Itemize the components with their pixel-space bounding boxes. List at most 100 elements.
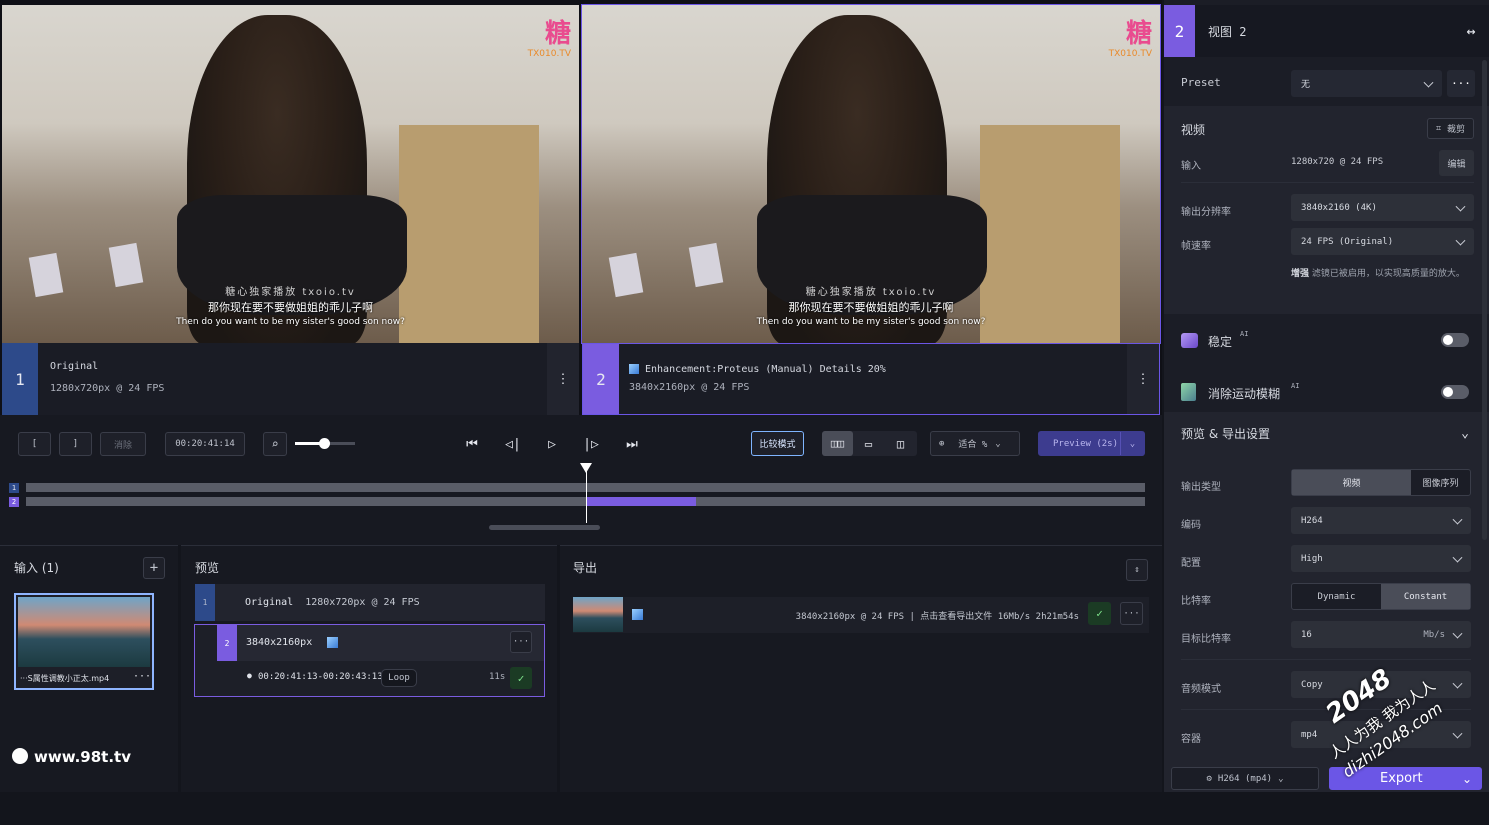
zoom-slider-handle[interactable] [319, 438, 330, 449]
preset-select[interactable]: 无 [1291, 70, 1442, 97]
preset-more-button[interactable]: ··· [1447, 70, 1475, 97]
row-title: 3840x2160px [246, 637, 313, 648]
zoom-slider[interactable] [295, 438, 355, 449]
stabilize-icon [1181, 333, 1198, 348]
export-done-check-icon[interactable]: ✓ [1088, 602, 1111, 625]
input-panel-title: 输入 (1) [14, 561, 59, 575]
range-bullet: ● [247, 671, 252, 680]
input-file-card[interactable]: ···S属性调教小正太.mp4 ··· [14, 593, 154, 690]
collapse-chevron-icon[interactable]: ⌄ [1454, 422, 1476, 444]
crop-button[interactable]: ⌗ 裁剪 [1427, 118, 1474, 139]
profile-label: 配置 [1181, 558, 1201, 569]
profile-select[interactable]: High [1291, 545, 1471, 572]
preview-done-check-icon[interactable]: ✓ [510, 667, 532, 689]
export-panel: 导出 ⇕ 3840x2160px @ 24 FPS | 点击查看导出文件 16M… [560, 545, 1162, 792]
view-title: 视图 2 [1208, 25, 1247, 39]
play-icon[interactable]: ▷ [542, 432, 562, 456]
frame-rate-select[interactable]: 24 FPS (Original) [1291, 228, 1474, 255]
swap-arrows-icon[interactable]: ↔ [1459, 19, 1483, 43]
chevron-down-icon [1423, 77, 1434, 88]
output-resolution-select[interactable]: 3840x2160 (4K) [1291, 194, 1474, 221]
next-frame-icon[interactable]: |▷ [581, 432, 601, 456]
subtitle-en: Then do you want to be my sister's good … [756, 317, 986, 327]
export-dropdown-icon[interactable]: ⌄ [1453, 768, 1481, 789]
stabilize-label: 稳定 [1208, 335, 1233, 349]
audio-mode-label: 音频模式 [1181, 684, 1221, 695]
input-label: 输入 [1181, 161, 1201, 172]
viewer: 糖 TX010.TV 糖心独家播放 txoio.tv 那你现在要不要做姐姐的乖儿… [0, 0, 1162, 415]
subtitle-en: Then do you want to be my sister's good … [176, 317, 405, 327]
prev-frame-icon[interactable]: ◁| [503, 432, 523, 456]
preview-dropdown-icon[interactable]: ⌄ [1120, 432, 1144, 455]
enhancement-note: 增强 滤镜已被启用，以实现高质量的放大。 [1291, 269, 1465, 279]
go-to-start-icon[interactable]: ⏮ [462, 432, 482, 456]
chevron-down-icon: ⌄ [1278, 773, 1284, 784]
mark-out-button[interactable]: ] [59, 432, 92, 456]
view-number-badge: 2 [1164, 5, 1195, 57]
row-menu-button[interactable]: ··· [510, 631, 532, 653]
output-type-video[interactable]: 视频 [1292, 470, 1411, 495]
go-to-end-icon[interactable]: ⏭ [622, 432, 642, 456]
preview-duration: 11s [489, 672, 506, 682]
motion-blur-icon [1181, 383, 1196, 401]
view2-number: 2 [583, 344, 619, 414]
view2-info-bar[interactable]: 2 Enhancement:Proteus (Manual) Details 2… [582, 343, 1160, 415]
view2-title: Enhancement:Proteus (Manual) Details 20% [645, 364, 886, 375]
input-file-menu-icon[interactable]: ··· [133, 671, 151, 682]
crop-icon: ⌗ [1435, 123, 1442, 134]
export-row-menu-button[interactable]: ··· [1120, 602, 1143, 625]
preview-row-original[interactable]: 1 Original 1280x720px @ 24 FPS [195, 584, 545, 621]
site-logo-icon [12, 748, 28, 764]
row-title: Original 1280x720px @ 24 FPS [245, 597, 420, 608]
zoom-level-select[interactable]: ⊕ 适合 % ⌄ [930, 431, 1020, 456]
edit-input-button[interactable]: 编辑 [1439, 150, 1474, 176]
channel-logo: 糖 [1125, 19, 1152, 49]
view1-menu-icon[interactable]: ⋮ [547, 343, 579, 415]
view1-info-bar[interactable]: 1 Original 1280x720px @ 24 FPS ⋮ [2, 343, 579, 415]
preview-row-enhanced[interactable]: 2 3840x2160px ··· ● 00:20:41:13-00:20:43… [194, 624, 545, 697]
timeline-scrollbar[interactable] [489, 525, 600, 530]
export-panel-title: 导出 [573, 561, 598, 575]
output-type-image-sequence[interactable]: 图像序列 [1411, 470, 1470, 495]
playhead[interactable] [580, 463, 592, 523]
chevron-down-icon [1452, 628, 1463, 639]
input-value: 1280x720 @ 24 FPS [1291, 157, 1384, 167]
compare-mode-button[interactable]: 比较模式 [751, 431, 804, 456]
preset-label: Preset [1181, 76, 1221, 89]
bitrate-dynamic[interactable]: Dynamic [1292, 584, 1381, 609]
codec-select[interactable]: H264 [1291, 507, 1471, 534]
loop-button[interactable]: Loop [381, 669, 417, 687]
timecode-field[interactable]: 00:20:41:14 [165, 432, 245, 456]
side-by-side-icon[interactable]: ◫◫ [822, 431, 853, 456]
original-frame: 糖 TX010.TV 糖心独家播放 txoio.tv 那你现在要不要做姐姐的乖儿… [2, 5, 579, 343]
preview-range[interactable] [586, 497, 696, 506]
mark-in-button[interactable]: [ [18, 432, 51, 456]
bitrate-constant[interactable]: Constant [1381, 584, 1470, 609]
split-view-icon[interactable]: ◫ [884, 431, 917, 456]
track2-label: 2 [9, 497, 19, 507]
export-thumbnail [573, 597, 623, 632]
add-input-button[interactable]: + [143, 557, 165, 579]
motion-blur-toggle[interactable] [1441, 385, 1469, 399]
preview-button[interactable]: Preview (2s) ⌄ [1038, 431, 1145, 456]
chevron-down-icon: ⌄ [995, 438, 1001, 449]
playhead-handle[interactable] [580, 463, 592, 473]
channel-logo: 糖 [544, 19, 571, 49]
stabilize-toggle[interactable] [1441, 333, 1469, 347]
export-sort-icon[interactable]: ⇕ [1126, 559, 1148, 581]
export-settings-title: 预览 & 导出设置 [1181, 427, 1270, 441]
format-preset-button[interactable]: ⚙ H264 (mp4) ⌄ [1171, 767, 1319, 790]
export-row[interactable]: 3840x2160px @ 24 FPS | 点击查看导出文件 16Mb/s 2… [573, 597, 1149, 633]
single-view-icon[interactable]: ▭ [853, 431, 884, 456]
row-number: 1 [195, 584, 215, 621]
enhance-icon [327, 637, 338, 648]
clear-button[interactable]: 消除 [100, 432, 146, 456]
gear-icon: ⚙ [1206, 773, 1212, 784]
chevron-down-icon [1452, 514, 1463, 525]
view2-menu-icon[interactable]: ⋮ [1127, 344, 1159, 414]
zoom-search-icon[interactable]: ⌕ [263, 432, 287, 456]
subtitle-cn: 那你现在要不要做姐姐的乖儿子啊 [208, 301, 373, 314]
zoom-icon: ⊕ [939, 438, 945, 449]
panel-scrollbar[interactable] [1482, 60, 1487, 540]
layout-switcher: ◫◫ ▭ ◫ [822, 431, 917, 456]
